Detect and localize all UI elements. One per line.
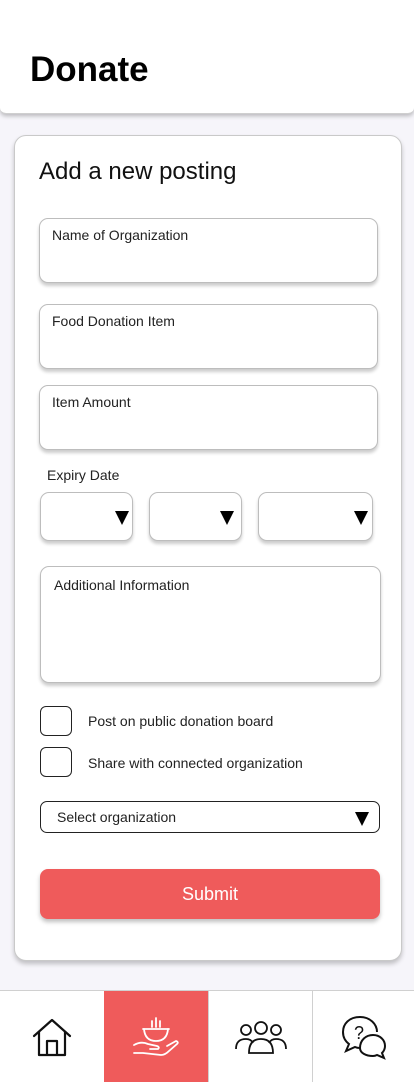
public-board-label: Post on public donation board: [88, 713, 274, 729]
food-donation-item-label: Food Donation Item: [52, 313, 175, 329]
organization-select[interactable]: Select organization: [40, 801, 380, 833]
chevron-down-icon: [220, 511, 234, 525]
additional-information-field[interactable]: Additional Information: [40, 566, 381, 683]
bottom-navigation: ?: [0, 990, 414, 1082]
new-posting-card: Add a new posting Name of Organization F…: [14, 135, 402, 961]
expiry-year-select[interactable]: [258, 492, 373, 541]
item-amount-label: Item Amount: [52, 394, 131, 410]
expiry-month-select[interactable]: [40, 492, 133, 541]
nav-community[interactable]: [208, 991, 312, 1082]
food-donation-item-field[interactable]: Food Donation Item: [39, 304, 378, 369]
community-icon: [234, 1020, 287, 1054]
home-icon: [32, 1018, 72, 1056]
expiry-day-select[interactable]: [149, 492, 242, 541]
nav-home[interactable]: [0, 991, 104, 1082]
organization-select-value: Select organization: [57, 809, 177, 825]
form-title: Add a new posting: [39, 158, 237, 185]
chevron-down-icon: [355, 812, 369, 826]
organization-name-label: Name of Organization: [52, 227, 189, 243]
item-amount-field[interactable]: Item Amount: [39, 385, 378, 450]
page-title: Donate: [30, 50, 149, 89]
share-connected-label: Share with connected organization: [88, 755, 303, 771]
help-chat-icon: ?: [341, 1015, 386, 1060]
chevron-down-icon: [115, 511, 129, 525]
public-board-checkbox[interactable]: [40, 706, 72, 736]
svg-text:?: ?: [354, 1023, 364, 1043]
share-connected-checkbox[interactable]: [40, 747, 72, 777]
submit-button[interactable]: Submit: [40, 869, 380, 919]
app-header: Donate: [0, 0, 414, 114]
nav-help[interactable]: ?: [312, 991, 414, 1082]
organization-name-field[interactable]: Name of Organization: [39, 218, 378, 283]
donate-icon: [133, 1016, 179, 1056]
chevron-down-icon: [354, 511, 368, 525]
nav-donate[interactable]: [104, 991, 208, 1082]
expiry-date-label: Expiry Date: [47, 467, 120, 483]
additional-information-label: Additional Information: [54, 577, 190, 593]
